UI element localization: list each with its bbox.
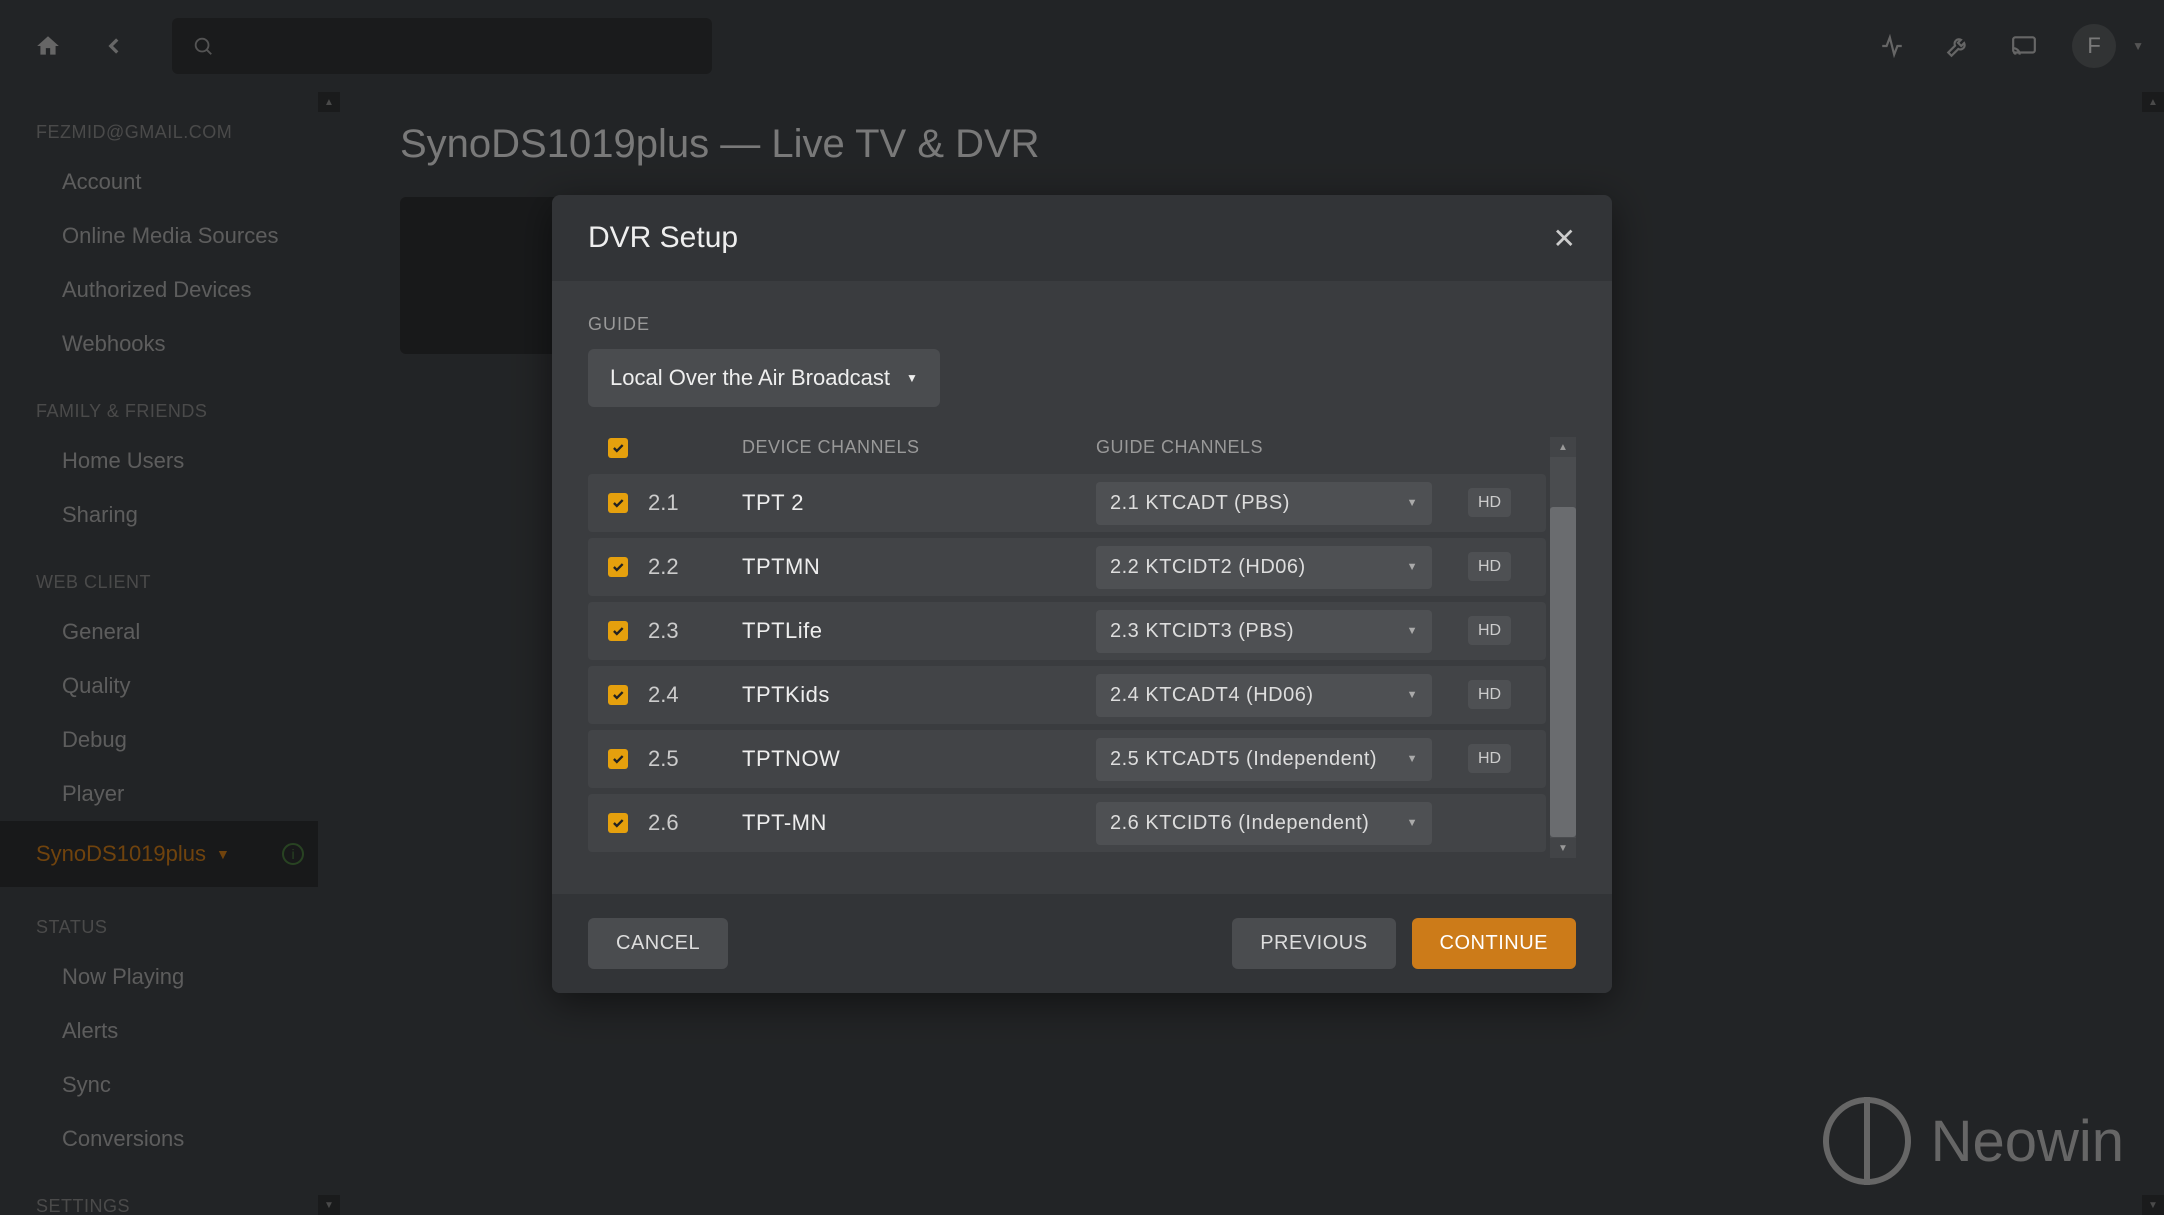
channel-row: 2.5 TPTNOW 2.5 KTCADT5 (Independent) ▼ H… [588,730,1546,788]
caret-down-icon: ▼ [1407,561,1418,573]
caret-down-icon: ▼ [1407,817,1418,829]
channel-name: TPTKids [742,682,1096,708]
modal-title: DVR Setup [588,221,738,255]
guide-select-value: Local Over the Air Broadcast [610,365,890,391]
caret-down-icon: ▼ [1407,625,1418,637]
select-all-checkbox[interactable] [608,438,628,458]
guide-select[interactable]: Local Over the Air Broadcast ▼ [588,349,940,407]
modal-scrollbar[interactable]: ▲ ▼ [1550,437,1576,858]
channel-checkbox[interactable] [608,557,628,577]
channel-row: 2.4 TPTKids 2.4 KTCADT4 (HD06) ▼ HD [588,666,1546,724]
channel-row: 2.3 TPTLife 2.3 KTCIDT3 (PBS) ▼ HD [588,602,1546,660]
hd-badge: HD [1468,552,1511,581]
channels-table: DEVICE CHANNELS GUIDE CHANNELS 2.1 TPT 2… [588,437,1546,858]
hd-badge: HD [1468,680,1511,709]
scroll-down-icon[interactable]: ▼ [1550,838,1576,858]
scroll-up-icon[interactable]: ▲ [1550,437,1576,457]
modal-footer: CANCEL PREVIOUS CONTINUE [552,894,1612,993]
cancel-button[interactable]: CANCEL [588,918,728,969]
channel-checkbox[interactable] [608,685,628,705]
guide-channel-select[interactable]: 2.5 KTCADT5 (Independent) ▼ [1096,738,1432,781]
channel-number: 2.1 [648,490,742,516]
channel-name: TPTNOW [742,746,1096,772]
close-icon[interactable]: ✕ [1553,222,1576,255]
channel-row: 2.6 TPT-MN 2.6 KTCIDT6 (Independent) ▼ [588,794,1546,852]
caret-down-icon: ▼ [1407,753,1418,765]
col-device-channels: DEVICE CHANNELS [742,437,1096,458]
hd-badge: HD [1468,488,1511,517]
guide-channel-value: 2.4 KTCADT4 (HD06) [1110,684,1314,707]
guide-channel-select[interactable]: 2.3 KTCIDT3 (PBS) ▼ [1096,610,1432,653]
channel-number: 2.6 [648,810,742,836]
dvr-setup-modal: DVR Setup ✕ GUIDE Local Over the Air Bro… [552,195,1612,993]
channel-row: 2.1 TPT 2 2.1 KTCADT (PBS) ▼ HD [588,474,1546,532]
hd-badge: HD [1468,744,1511,773]
channels-wrap: DEVICE CHANNELS GUIDE CHANNELS 2.1 TPT 2… [588,437,1576,858]
channel-number: 2.5 [648,746,742,772]
channels-header: DEVICE CHANNELS GUIDE CHANNELS [588,437,1546,474]
guide-label: GUIDE [588,314,1576,335]
channel-number: 2.3 [648,618,742,644]
guide-channel-value: 2.5 KTCADT5 (Independent) [1110,748,1377,771]
col-guide-channels: GUIDE CHANNELS [1096,437,1454,458]
modal-body: GUIDE Local Over the Air Broadcast ▼ DEV… [552,282,1612,894]
channel-number: 2.4 [648,682,742,708]
channel-checkbox[interactable] [608,749,628,769]
channel-row: 2.2 TPTMN 2.2 KTCIDT2 (HD06) ▼ HD [588,538,1546,596]
channel-number: 2.2 [648,554,742,580]
guide-channel-value: 2.6 KTCIDT6 (Independent) [1110,812,1369,835]
scroll-thumb[interactable] [1550,507,1576,837]
guide-channel-select[interactable]: 2.2 KTCIDT2 (HD06) ▼ [1096,546,1432,589]
channel-checkbox[interactable] [608,493,628,513]
continue-button[interactable]: CONTINUE [1412,918,1576,969]
previous-button[interactable]: PREVIOUS [1232,918,1395,969]
channel-name: TPT-MN [742,810,1096,836]
channel-name: TPTMN [742,554,1096,580]
hd-badge: HD [1468,616,1511,645]
caret-down-icon: ▼ [906,371,918,385]
channel-name: TPTLife [742,618,1096,644]
guide-channel-value: 2.2 KTCIDT2 (HD06) [1110,556,1306,579]
channel-checkbox[interactable] [608,621,628,641]
caret-down-icon: ▼ [1407,497,1418,509]
channel-checkbox[interactable] [608,813,628,833]
channel-name: TPT 2 [742,490,1096,516]
guide-channel-value: 2.1 KTCADT (PBS) [1110,492,1290,515]
caret-down-icon: ▼ [1407,689,1418,701]
modal-header: DVR Setup ✕ [552,195,1612,282]
guide-channel-select[interactable]: 2.6 KTCIDT6 (Independent) ▼ [1096,802,1432,845]
guide-channel-select[interactable]: 2.1 KTCADT (PBS) ▼ [1096,482,1432,525]
guide-channel-value: 2.3 KTCIDT3 (PBS) [1110,620,1294,643]
guide-channel-select[interactable]: 2.4 KTCADT4 (HD06) ▼ [1096,674,1432,717]
